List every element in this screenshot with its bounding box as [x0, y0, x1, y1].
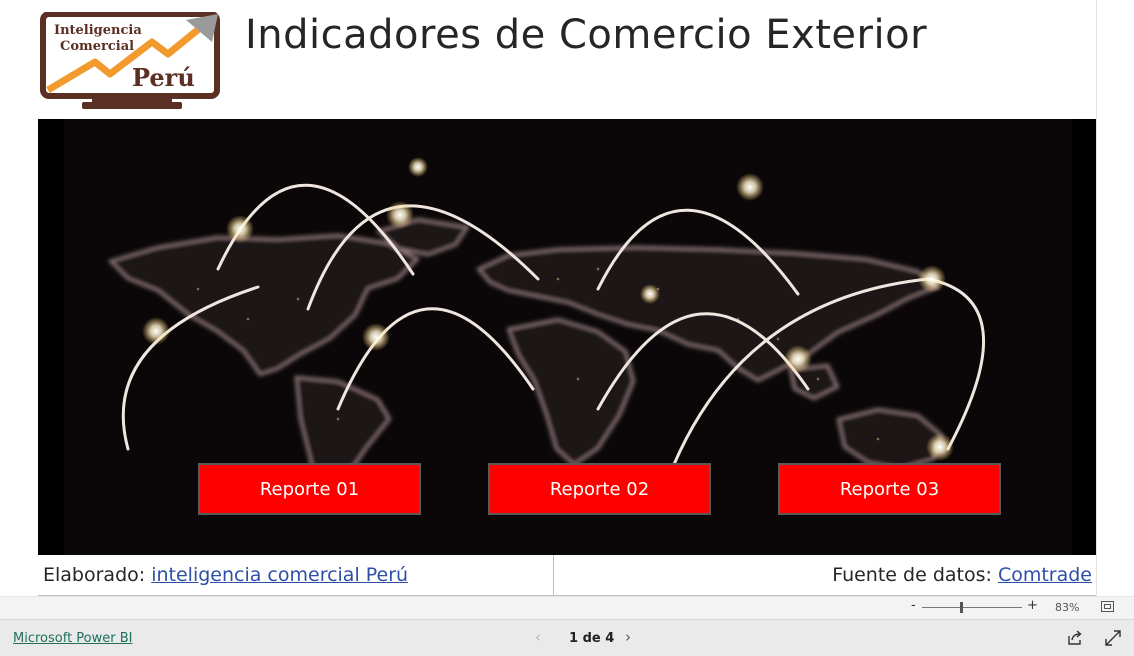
- page-navigator: ‹ 1 de 4 ›: [535, 628, 645, 648]
- status-bar: Microsoft Power BI ‹ 1 de 4 ›: [0, 619, 1134, 656]
- credit-prefix: Elaborado:: [43, 564, 152, 586]
- credits-row: Elaborado: inteligencia comercial Perú F…: [38, 555, 1096, 596]
- page-indicator: 1 de 4: [569, 631, 615, 646]
- zoom-slider-thumb[interactable]: [960, 602, 963, 613]
- share-icon[interactable]: [1066, 629, 1084, 647]
- fullscreen-icon[interactable]: [1104, 629, 1122, 647]
- credit-elaborado: Elaborado: inteligencia comercial Perú: [43, 564, 408, 586]
- page-title: Indicadores de Comercio Exterior: [245, 12, 928, 58]
- zoom-level: 83%: [1055, 601, 1080, 614]
- report-canvas: Inteligencia Comercial Perú Indicadores …: [0, 0, 1097, 596]
- svg-text:Perú: Perú: [132, 63, 195, 92]
- zoom-out-button[interactable]: -: [911, 598, 916, 613]
- credits-divider: [553, 555, 554, 595]
- reporte-01-button[interactable]: Reporte 01: [198, 463, 421, 515]
- chevron-left-icon[interactable]: ‹: [535, 628, 541, 646]
- fit-to-page-icon[interactable]: [1101, 601, 1114, 612]
- inteligencia-comercial-link[interactable]: inteligencia comercial Perú: [151, 564, 408, 586]
- reporte-02-button[interactable]: Reporte 02: [488, 463, 711, 515]
- comtrade-link[interactable]: Comtrade: [998, 564, 1092, 586]
- zoom-slider-track[interactable]: [922, 607, 1022, 608]
- source-prefix: Fuente de datos:: [832, 564, 998, 586]
- zoom-in-button[interactable]: +: [1027, 598, 1038, 613]
- reporte-03-button[interactable]: Reporte 03: [778, 463, 1001, 515]
- hero-banner: Reporte 01 Reporte 02 Reporte 03: [38, 119, 1096, 555]
- svg-text:Comercial: Comercial: [60, 39, 134, 54]
- svg-text:Inteligencia: Inteligencia: [54, 23, 142, 38]
- inteligencia-comercial-peru-logo: Inteligencia Comercial Perú: [40, 12, 220, 109]
- chevron-right-icon[interactable]: ›: [625, 628, 631, 646]
- credit-fuente: Fuente de datos: Comtrade: [832, 564, 1092, 586]
- zoom-bar: - + 83%: [0, 596, 1134, 619]
- power-bi-link[interactable]: Microsoft Power BI: [13, 631, 132, 646]
